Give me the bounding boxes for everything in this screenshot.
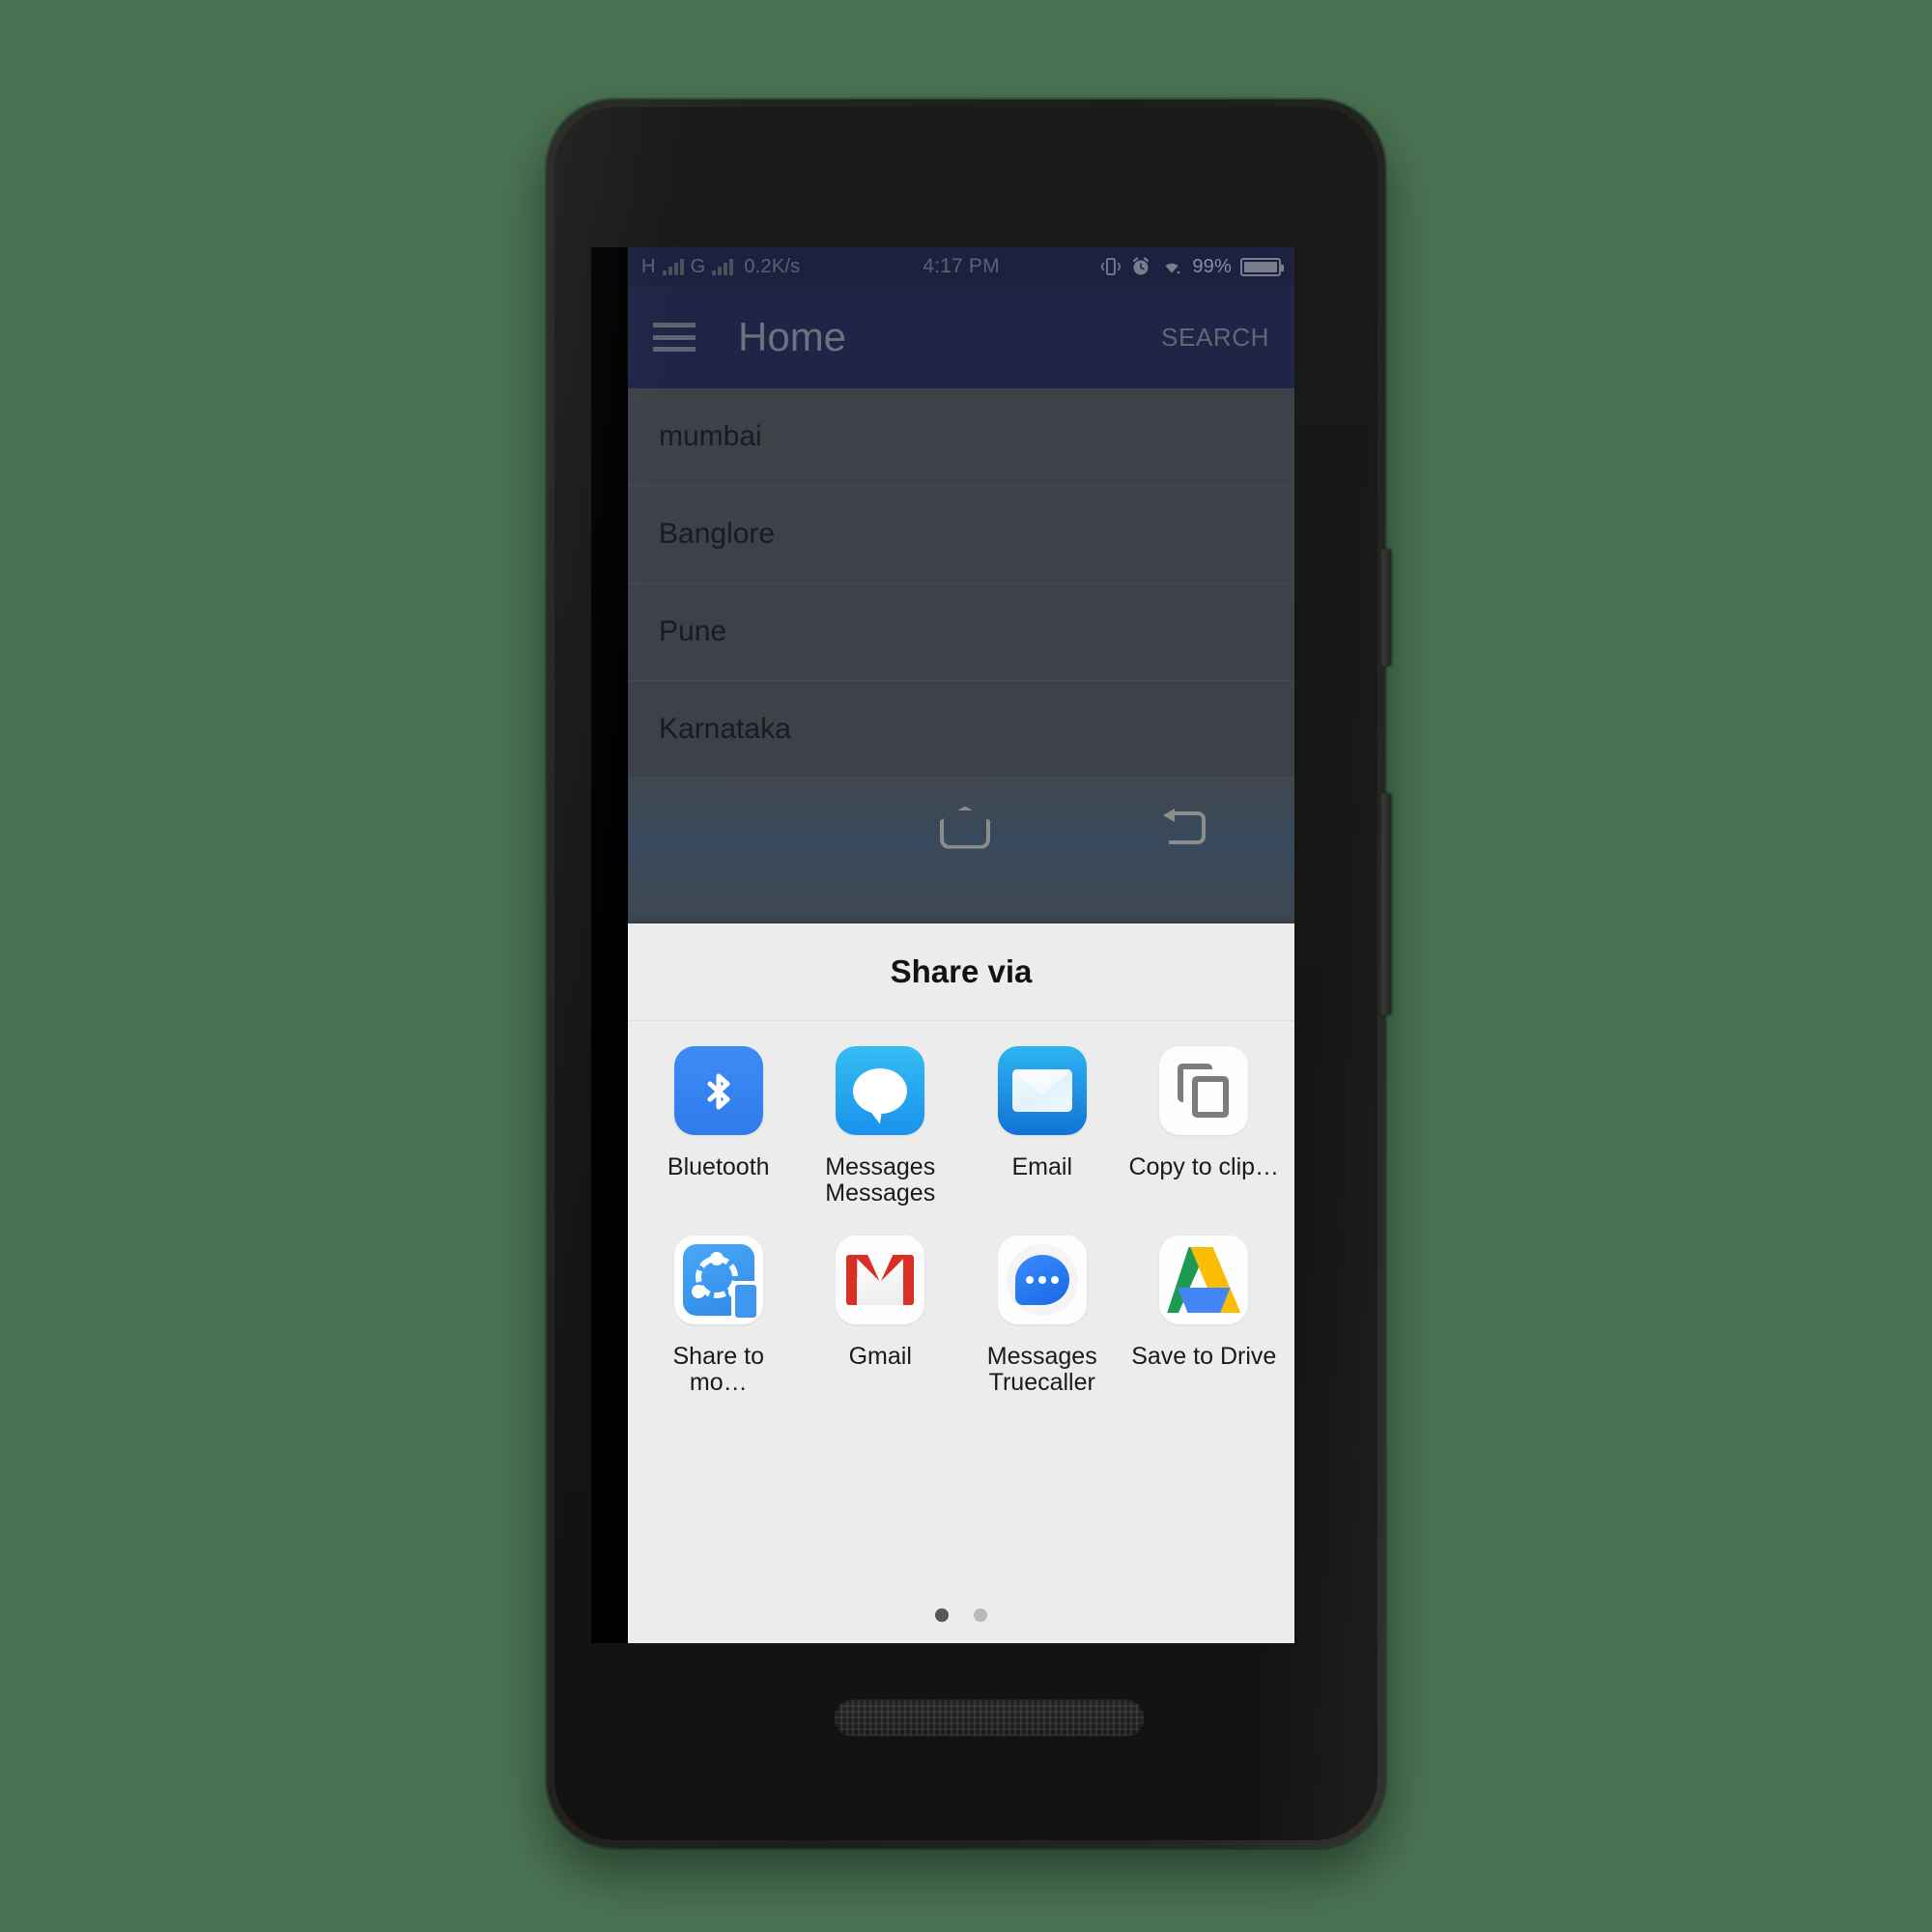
email-icon <box>997 1046 1087 1135</box>
volume-button[interactable] <box>1381 793 1391 1015</box>
share-target-label: Email <box>1011 1153 1072 1180</box>
bluetooth-icon <box>673 1046 763 1135</box>
share-target-label: Messages Truecaller <box>986 1343 1097 1396</box>
status-bar: H G 0.2K/s 4:17 PM 99% <box>628 247 1294 286</box>
list-item-label: Banglore <box>659 518 776 550</box>
battery-icon <box>1240 257 1284 276</box>
share-target-label: Share to mo… <box>672 1343 764 1396</box>
truecaller-messages-icon <box>997 1236 1087 1324</box>
alarm-clock-icon <box>1133 257 1150 275</box>
vibrate-icon <box>1100 258 1122 275</box>
share-target-truecaller-messages[interactable]: Messages Truecaller <box>961 1236 1123 1396</box>
wifi-icon <box>1165 263 1181 274</box>
share-to-mobile-icon <box>673 1236 763 1324</box>
share-target-label: Copy to clip… <box>1128 1153 1280 1180</box>
page-title: Home <box>738 314 847 359</box>
share-target-messages[interactable]: Messages Messages <box>800 1046 962 1207</box>
page-indicator <box>628 1601 1294 1643</box>
google-drive-icon <box>1159 1236 1249 1324</box>
power-button[interactable] <box>1381 549 1391 667</box>
status-bar-right: 99% <box>1100 255 1284 278</box>
list-item[interactable]: Karnataka <box>628 681 1294 779</box>
list-item[interactable]: Pune <box>628 583 1294 681</box>
share-target-bluetooth[interactable]: Bluetooth <box>638 1046 800 1207</box>
list-item-label: Pune <box>659 615 727 647</box>
back-icon <box>1163 808 1206 844</box>
page-dot[interactable] <box>974 1608 987 1622</box>
share-target-gmail[interactable]: Gmail <box>800 1236 962 1396</box>
bottom-speaker-grille-icon <box>835 1699 1144 1736</box>
share-target-save-to-drive[interactable]: Save to Drive <box>1123 1236 1286 1396</box>
list-item[interactable]: mumbai <box>628 388 1294 486</box>
search-button[interactable]: SEARCH <box>1161 323 1269 353</box>
phone-device: H G 0.2K/s 4:17 PM 99% Home SEARCH mumba… <box>547 99 1391 1848</box>
app-bar: Home SEARCH <box>628 286 1294 388</box>
share-sheet: Share via Bluetooth Messages Messages Em… <box>628 923 1294 1643</box>
share-target-grid: Bluetooth Messages Messages Email Copy t… <box>628 1021 1294 1601</box>
share-target-label: Messages Messages <box>825 1153 936 1207</box>
gmail-icon <box>836 1236 925 1324</box>
hamburger-menu-icon[interactable] <box>653 323 696 352</box>
share-target-copy-to-clipboard[interactable]: Copy to clip… <box>1123 1046 1286 1207</box>
list-item-label: Karnataka <box>659 713 791 745</box>
share-target-share-to-mobile[interactable]: Share to mo… <box>638 1236 800 1396</box>
share-target-label: Bluetooth <box>667 1153 770 1180</box>
phone-bezel: H G 0.2K/s 4:17 PM 99% Home SEARCH mumba… <box>554 107 1378 1840</box>
home-icon <box>940 807 982 841</box>
share-target-label: Gmail <box>848 1343 912 1370</box>
city-list: mumbai Banglore Pune Karnataka <box>628 388 1294 779</box>
battery-percent-label: 99% <box>1192 255 1232 277</box>
screen-content: H G 0.2K/s 4:17 PM 99% Home SEARCH mumba… <box>628 247 1294 1643</box>
share-target-email[interactable]: Email <box>961 1046 1123 1207</box>
share-target-label: Save to Drive <box>1131 1343 1277 1370</box>
phone-screen: H G 0.2K/s 4:17 PM 99% Home SEARCH mumba… <box>591 247 1294 1643</box>
copy-to-clipboard-icon <box>1159 1046 1249 1135</box>
messages-icon <box>836 1046 925 1135</box>
share-sheet-title: Share via <box>890 953 1033 989</box>
page-dot-active[interactable] <box>935 1608 949 1622</box>
list-item[interactable]: Banglore <box>628 486 1294 583</box>
list-item-label: mumbai <box>659 420 762 452</box>
